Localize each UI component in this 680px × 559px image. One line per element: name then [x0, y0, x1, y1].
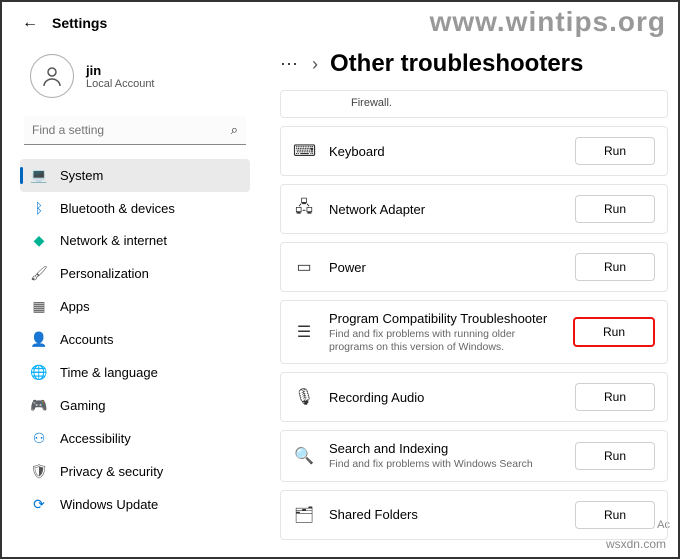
troubleshooter-card: 🔍 Search and Indexing Find and fix problem…	[280, 430, 668, 482]
nav-icon: ⚇	[30, 430, 48, 447]
troubleshooter-icon: 🖧	[293, 196, 315, 223]
troubleshooter-card: 🖧 Network Adapter Run	[280, 184, 668, 234]
sidebar: jin Local Account ⌕ 💻 System ᛒ Bluetooth & …	[2, 40, 262, 551]
app-title: Settings	[52, 15, 107, 31]
nav-label: Privacy & security	[60, 464, 163, 479]
nav-label: Accounts	[60, 332, 113, 347]
troubleshooter-desc: Find and fix problems with Windows Searc…	[329, 458, 549, 471]
avatar-icon	[30, 54, 74, 98]
nav-item-network-internet[interactable]: ◆ Network & internet	[20, 224, 250, 257]
nav-item-gaming[interactable]: 🎮 Gaming	[20, 389, 250, 422]
search-input[interactable]	[32, 123, 231, 137]
user-name: jin	[86, 63, 155, 78]
run-button[interactable]: Run	[575, 442, 655, 470]
page-header: ⋯ › Other troubleshooters	[280, 50, 668, 78]
card-body: Power	[329, 260, 561, 275]
back-button[interactable]: ←	[22, 14, 38, 32]
search-box[interactable]: ⌕	[24, 116, 246, 145]
nav-item-windows-update[interactable]: ⟳ Windows Update	[20, 488, 250, 521]
nav-icon: ᛒ	[30, 200, 48, 216]
troubleshooter-card: ▭ Power Run	[280, 242, 668, 292]
troubleshooter-icon: ⌨	[293, 141, 315, 161]
firewall-tail-card: Firewall.	[280, 90, 668, 118]
nav-item-personalization[interactable]: 🖌 Personalization	[20, 257, 250, 290]
nav-icon: 🌐	[30, 364, 48, 381]
nav-icon: ▦	[30, 298, 48, 315]
troubleshooter-title: Search and Indexing	[329, 441, 561, 456]
troubleshooter-icon: 🗂	[293, 505, 315, 525]
card-body: Network Adapter	[329, 202, 561, 217]
card-body: Program Compatibility Troubleshooter Find…	[329, 311, 559, 353]
nav-item-time-language[interactable]: 🌐 Time & language	[20, 356, 250, 389]
nav-icon: ◆	[30, 232, 48, 249]
card-body: Recording Audio	[329, 390, 561, 405]
nav-icon: 🛡	[30, 463, 48, 480]
troubleshooter-desc: Find and fix problems with running older…	[329, 328, 549, 353]
troubleshooter-title: Keyboard	[329, 144, 561, 159]
chevron-right-icon: ›	[312, 54, 318, 75]
card-body: Shared Folders	[329, 507, 561, 522]
nav-label: Personalization	[60, 266, 149, 281]
main-content: ⋯ › Other troubleshooters Firewall. ⌨ Key…	[262, 40, 678, 551]
troubleshooter-icon: ☰	[293, 322, 315, 342]
nav-label: Time & language	[60, 365, 158, 380]
nav-item-privacy-security[interactable]: 🛡 Privacy & security	[20, 455, 250, 488]
nav-icon: 💻	[30, 167, 48, 184]
card-body: Search and Indexing Find and fix problems…	[329, 441, 561, 471]
nav-icon: 🎮	[30, 397, 48, 414]
user-sub: Local Account	[86, 78, 155, 90]
troubleshooter-icon: 🎙	[293, 387, 315, 407]
user-block[interactable]: jin Local Account	[30, 54, 250, 98]
nav-icon: 👤	[30, 331, 48, 348]
page-title: Other troubleshooters	[330, 50, 583, 78]
nav-icon: 🖌	[30, 265, 48, 282]
troubleshooter-icon: 🔍	[293, 446, 315, 466]
troubleshooter-title: Network Adapter	[329, 202, 561, 217]
nav-label: Network & internet	[60, 233, 167, 248]
troubleshooter-icon: ▭	[293, 257, 315, 277]
run-button[interactable]: Run	[573, 317, 655, 347]
nav-label: Windows Update	[60, 497, 158, 512]
troubleshooter-title: Program Compatibility Troubleshooter	[329, 311, 559, 326]
nav-label: Gaming	[60, 398, 106, 413]
nav-label: Apps	[60, 299, 90, 314]
troubleshooter-title: Power	[329, 260, 561, 275]
watermark-url: www.wintips.org	[430, 6, 666, 38]
card-body: Keyboard	[329, 144, 561, 159]
nav-label: Accessibility	[60, 431, 131, 446]
more-icon[interactable]: ⋯	[280, 54, 300, 75]
troubleshooter-card: 🎙 Recording Audio Run	[280, 372, 668, 422]
nav-item-bluetooth-devices[interactable]: ᛒ Bluetooth & devices	[20, 192, 250, 224]
nav-label: System	[60, 168, 103, 183]
nav-item-system[interactable]: 💻 System	[20, 159, 250, 192]
run-button[interactable]: Run	[575, 253, 655, 281]
troubleshooter-card: ☰ Program Compatibility Troubleshooter Fin…	[280, 300, 668, 364]
nav-label: Bluetooth & devices	[60, 201, 175, 216]
nav-icon: ⟳	[30, 496, 48, 513]
run-button[interactable]: Run	[575, 137, 655, 165]
run-button[interactable]: Run	[575, 383, 655, 411]
troubleshooter-title: Shared Folders	[329, 507, 561, 522]
troubleshooter-card: 🗂 Shared Folders Run	[280, 490, 668, 540]
nav-item-accounts[interactable]: 👤 Accounts	[20, 323, 250, 356]
troubleshooter-card: ⌨ Keyboard Run	[280, 126, 668, 176]
nav-list: 💻 System ᛒ Bluetooth & devices ◆ Network & in…	[20, 159, 250, 521]
nav-item-accessibility[interactable]: ⚇ Accessibility	[20, 422, 250, 455]
run-button[interactable]: Run	[575, 195, 655, 223]
troubleshooter-title: Recording Audio	[329, 390, 561, 405]
nav-item-apps[interactable]: ▦ Apps	[20, 290, 250, 323]
run-button[interactable]: Run	[575, 501, 655, 529]
search-icon: ⌕	[231, 122, 238, 138]
